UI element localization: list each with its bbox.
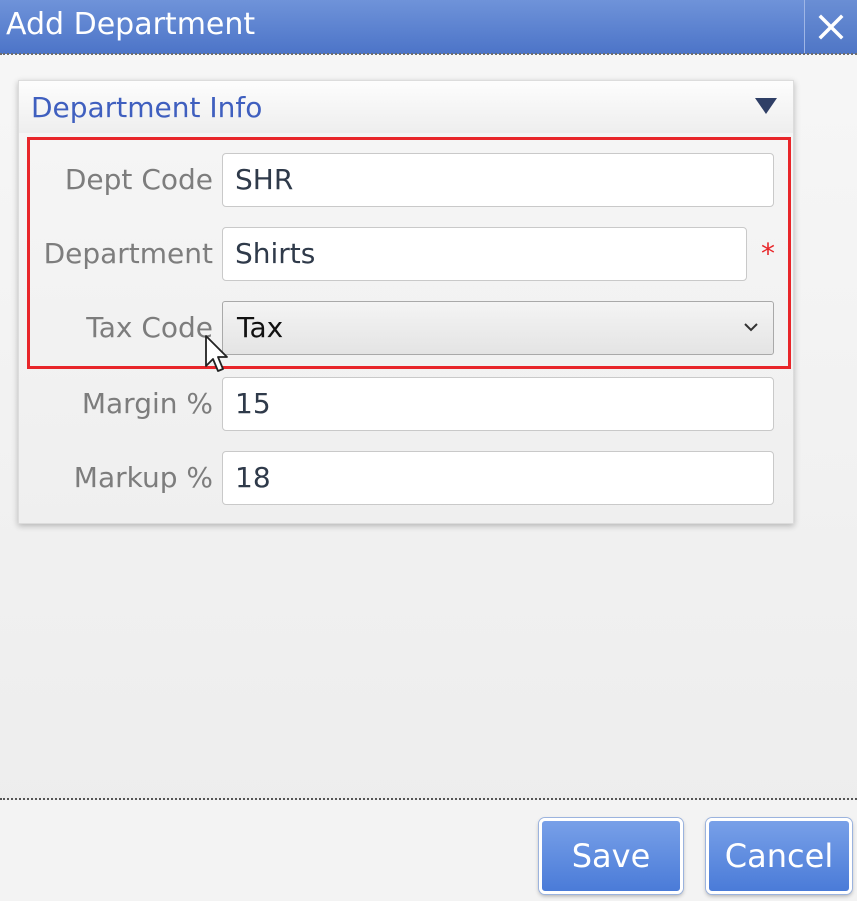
department-input[interactable]: Shirts: [222, 227, 747, 281]
tax-code-label: Tax Code: [86, 311, 213, 344]
dialog-title: Add Department: [6, 7, 256, 42]
save-button[interactable]: Save: [539, 818, 683, 894]
add-department-dialog: Add Department Department Info Dept Code…: [0, 0, 857, 901]
dept-code-input[interactable]: SHR: [222, 153, 774, 207]
department-label: Department: [43, 237, 213, 270]
panel-title: Department Info: [31, 91, 263, 124]
tax-code-select[interactable]: Tax: [222, 301, 774, 355]
markup-row: Markup % 18: [19, 451, 793, 505]
title-bar: Add Department: [0, 0, 857, 54]
title-divider: [0, 53, 857, 55]
chevron-down-icon: [744, 323, 758, 332]
close-icon: [818, 14, 844, 40]
department-info-panel: Department Info Dept Code SHR Department…: [18, 80, 794, 524]
panel-header[interactable]: Department Info: [19, 81, 793, 133]
triangle-down-icon[interactable]: [753, 95, 779, 117]
close-button[interactable]: [804, 0, 857, 54]
tax-code-value: Tax: [237, 311, 284, 344]
mouse-pointer-icon: [205, 335, 228, 372]
dept-code-label: Dept Code: [64, 163, 213, 196]
margin-label: Margin %: [81, 387, 213, 420]
department-row: Department Shirts *: [19, 227, 793, 281]
dept-code-row: Dept Code SHR: [19, 153, 793, 207]
cancel-button[interactable]: Cancel: [706, 818, 852, 894]
tax-code-row: Tax Code Tax: [19, 301, 793, 355]
margin-input[interactable]: 15: [222, 377, 774, 431]
markup-label: Markup %: [73, 461, 213, 494]
required-indicator: *: [761, 237, 775, 270]
margin-row: Margin % 15: [19, 377, 793, 431]
markup-input[interactable]: 18: [222, 451, 774, 505]
